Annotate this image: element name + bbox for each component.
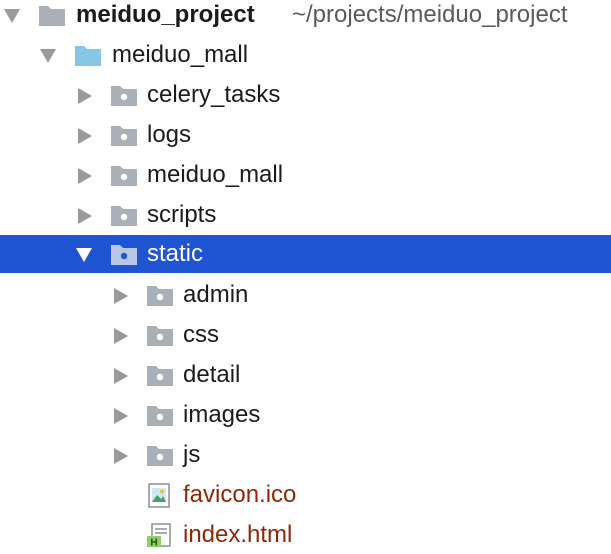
chevron-right-icon[interactable]: [78, 208, 92, 224]
package-folder-icon: [147, 286, 173, 306]
package-folder-icon: [147, 406, 173, 426]
chevron-right-icon[interactable]: [114, 328, 128, 344]
package-folder-icon: [111, 245, 137, 265]
tree-row-detail[interactable]: detail: [0, 356, 611, 394]
tree-row-meiduo-mall-module[interactable]: meiduo_mall: [0, 36, 611, 74]
tree-item-label: static: [147, 240, 204, 267]
tree-row-static[interactable]: static: [0, 235, 611, 273]
chevron-right-icon[interactable]: [78, 128, 92, 144]
tree-row-css[interactable]: css: [0, 316, 611, 354]
project-path: ~/projects/meiduo_project: [292, 1, 568, 28]
html-file-icon: H: [147, 523, 171, 549]
tree-row-images[interactable]: images: [0, 396, 611, 434]
chevron-down-icon[interactable]: [4, 9, 20, 23]
chevron-right-icon[interactable]: [78, 88, 92, 104]
package-folder-icon: [147, 366, 173, 386]
tree-item-label: admin: [183, 281, 249, 308]
tree-item-label: scripts: [147, 201, 217, 228]
package-folder-icon: [147, 326, 173, 346]
tree-row-logs[interactable]: logs: [0, 116, 611, 154]
tree-item-label: js: [183, 441, 201, 468]
tree-item-label: logs: [147, 121, 192, 148]
image-file-icon: [148, 483, 170, 508]
chevron-right-icon[interactable]: [114, 448, 128, 464]
tree-row-root[interactable]: meiduo_project ~/projects/meiduo_project: [0, 0, 611, 34]
project-tree: meiduo_project ~/projects/meiduo_project…: [0, 0, 611, 552]
package-folder-icon: [147, 446, 173, 466]
package-folder-icon: [111, 126, 137, 146]
tree-item-label: meiduo_mall: [147, 161, 284, 188]
tree-item-label: detail: [183, 361, 241, 388]
tree-row-index-html[interactable]: H index.html: [0, 516, 611, 554]
package-folder-icon: [111, 206, 137, 226]
chevron-right-icon[interactable]: [114, 408, 128, 424]
tree-row-meiduo-mall-package[interactable]: meiduo_mall: [0, 156, 611, 194]
tree-row-scripts[interactable]: scripts: [0, 196, 611, 234]
project-name: meiduo_project: [76, 1, 255, 28]
tree-item-label: favicon.ico: [183, 481, 297, 508]
chevron-down-icon[interactable]: [76, 248, 92, 262]
package-folder-icon: [111, 166, 137, 186]
chevron-right-icon[interactable]: [78, 168, 92, 184]
chevron-right-icon[interactable]: [114, 288, 128, 304]
tree-item-label: css: [183, 321, 219, 348]
module-folder-icon: [75, 46, 101, 66]
tree-row-favicon[interactable]: favicon.ico: [0, 476, 611, 514]
chevron-right-icon[interactable]: [114, 368, 128, 384]
folder-icon: [39, 6, 65, 26]
tree-item-label: images: [183, 401, 261, 428]
tree-item-label: celery_tasks: [147, 81, 281, 108]
tree-row-admin[interactable]: admin: [0, 276, 611, 314]
tree-item-label: meiduo_mall: [112, 41, 249, 68]
tree-row-js[interactable]: js: [0, 436, 611, 474]
package-folder-icon: [111, 86, 137, 106]
tree-item-label: index.html: [183, 521, 293, 548]
chevron-down-icon[interactable]: [40, 49, 56, 63]
tree-row-celery-tasks[interactable]: celery_tasks: [0, 76, 611, 114]
svg-text:H: H: [150, 538, 157, 549]
